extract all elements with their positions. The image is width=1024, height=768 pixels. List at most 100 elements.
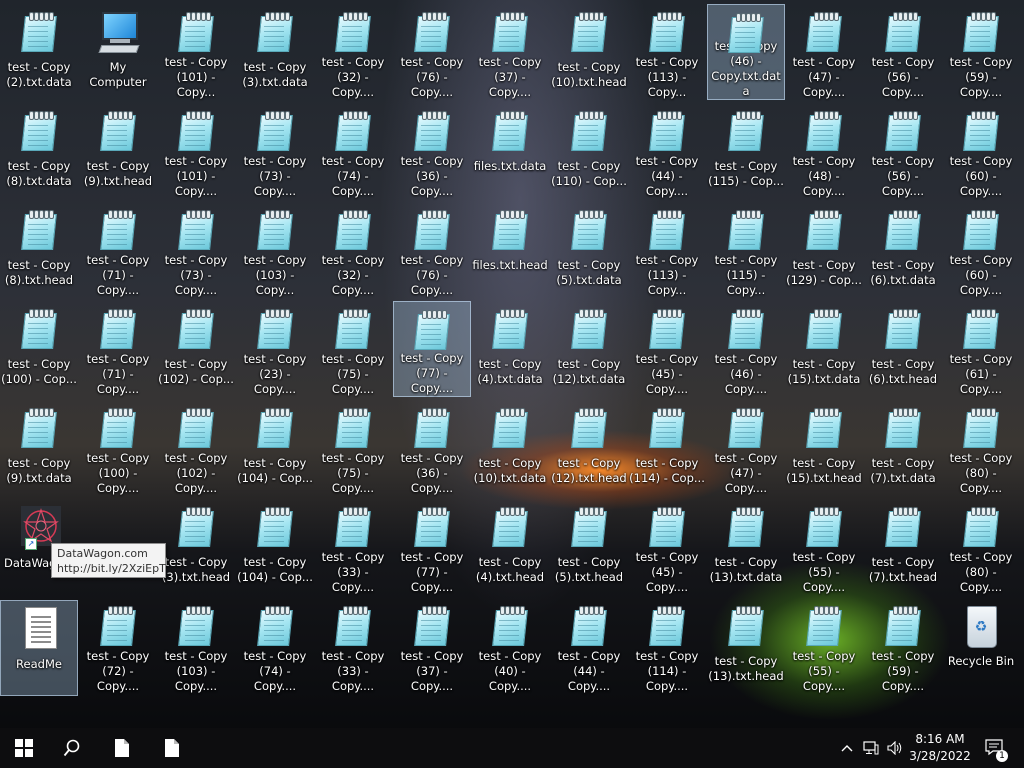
- taskbar-app-file-2[interactable]: [150, 728, 194, 768]
- desktop-file-icon[interactable]: files.txt.data: [471, 103, 549, 199]
- desktop-file-icon[interactable]: test - Copy (5).txt.data: [550, 202, 628, 298]
- desktop-file-icon[interactable]: test - Copy (115) - Copy...: [707, 202, 785, 298]
- desktop-file-icon[interactable]: test - Copy (61) - Copy....: [942, 301, 1020, 397]
- desktop-file-icon[interactable]: test - Copy (33) - Copy....: [314, 499, 392, 595]
- desktop-file-icon[interactable]: test - Copy (76) - Copy....: [393, 202, 471, 298]
- my-computer-shortcut[interactable]: My Computer: [79, 4, 157, 100]
- desktop-file-icon[interactable]: test - Copy (7).txt.head: [864, 499, 942, 595]
- readme-file[interactable]: ReadMe: [0, 600, 78, 696]
- desktop-file-icon[interactable]: test - Copy (15).txt.head: [785, 400, 863, 496]
- desktop-file-icon[interactable]: test - Copy (59) - Copy....: [942, 4, 1020, 100]
- desktop-file-icon[interactable]: test - Copy (55) - Copy....: [785, 598, 863, 694]
- desktop-file-icon[interactable]: test - Copy (80) - Copy....: [942, 499, 1020, 595]
- desktop-file-icon[interactable]: test - Copy (71) - Copy....: [79, 202, 157, 298]
- desktop-file-icon[interactable]: test - Copy (3).txt.head: [157, 499, 235, 595]
- desktop-file-icon[interactable]: test - Copy (2).txt.data: [0, 4, 78, 100]
- desktop-file-icon[interactable]: test - Copy (46) - Copy.txt.data: [707, 4, 785, 100]
- desktop-file-icon[interactable]: test - Copy (12).txt.head: [550, 400, 628, 496]
- recycle-bin[interactable]: ♻ Recycle Bin: [942, 598, 1020, 694]
- desktop-file-icon[interactable]: test - Copy (100) - Cop...: [0, 301, 78, 397]
- desktop-file-icon[interactable]: test - Copy (32) - Copy....: [314, 4, 392, 100]
- taskbar-app-file-1[interactable]: [100, 728, 144, 768]
- desktop-file-icon[interactable]: test - Copy (75) - Copy....: [314, 301, 392, 397]
- desktop-file-icon[interactable]: test - Copy (13).txt.head: [707, 598, 785, 694]
- desktop-file-icon[interactable]: test - Copy (6).txt.data: [864, 202, 942, 298]
- desktop-file-icon[interactable]: test - Copy (32) - Copy....: [314, 202, 392, 298]
- desktop-file-icon[interactable]: test - Copy (115) - Cop...: [707, 103, 785, 199]
- desktop-file-icon[interactable]: test - Copy (55) - Copy....: [785, 499, 863, 595]
- desktop-file-icon[interactable]: test - Copy (60) - Copy....: [942, 202, 1020, 298]
- action-center-button[interactable]: 1: [980, 728, 1010, 768]
- desktop-file-icon[interactable]: test - Copy (10).txt.data: [471, 400, 549, 496]
- desktop-file-icon[interactable]: test - Copy (37) - Copy....: [471, 4, 549, 100]
- desktop-icon-label: test - Copy (60) - Copy....: [949, 253, 1013, 297]
- desktop-file-icon[interactable]: test - Copy (77) - Copy....: [393, 499, 471, 595]
- desktop-file-icon[interactable]: test - Copy (23) - Copy....: [236, 301, 314, 397]
- desktop-file-icon[interactable]: test - Copy (6).txt.head: [864, 301, 942, 397]
- desktop-file-icon[interactable]: test - Copy (76) - Copy....: [393, 4, 471, 100]
- desktop-file-icon[interactable]: test - Copy (74) - Copy....: [314, 103, 392, 199]
- search-button[interactable]: [48, 728, 96, 768]
- desktop-file-icon[interactable]: test - Copy (72) - Copy....: [79, 598, 157, 694]
- desktop-file-icon[interactable]: test - Copy (36) - Copy....: [393, 103, 471, 199]
- desktop-file-icon[interactable]: test - Copy (10).txt.head: [550, 4, 628, 100]
- desktop-file-icon[interactable]: test - Copy (47) - Copy....: [707, 400, 785, 496]
- desktop-file-icon[interactable]: test - Copy (44) - Copy....: [550, 598, 628, 694]
- desktop-file-icon[interactable]: test - Copy (60) - Copy....: [942, 103, 1020, 199]
- desktop-file-icon[interactable]: test - Copy (46) - Copy....: [707, 301, 785, 397]
- desktop-file-icon[interactable]: test - Copy (47) - Copy....: [785, 4, 863, 100]
- desktop-file-icon[interactable]: test - Copy (110) - Cop...: [550, 103, 628, 199]
- desktop-file-icon[interactable]: test - Copy (8).txt.data: [0, 103, 78, 199]
- desktop-file-icon[interactable]: test - Copy (4).txt.head: [471, 499, 549, 595]
- desktop-file-icon[interactable]: test - Copy (114) - Copy....: [628, 598, 706, 694]
- desktop-file-icon[interactable]: test - Copy (8).txt.head: [0, 202, 78, 298]
- desktop-file-icon[interactable]: test - Copy (48) - Copy....: [785, 103, 863, 199]
- desktop-file-icon[interactable]: test - Copy (33) - Copy....: [314, 598, 392, 694]
- desktop-file-icon[interactable]: test - Copy (102) - Copy....: [157, 400, 235, 496]
- desktop-file-icon[interactable]: test - Copy (129) - Cop...: [785, 202, 863, 298]
- network-button[interactable]: [860, 728, 882, 768]
- desktop-file-icon[interactable]: files.txt.head: [471, 202, 549, 298]
- desktop-file-icon[interactable]: test - Copy (113) - Copy...: [628, 4, 706, 100]
- show-hidden-icons-button[interactable]: [838, 728, 856, 768]
- clock[interactable]: 8:16 AM 3/28/2022: [900, 731, 980, 765]
- desktop-file-icon[interactable]: test - Copy (56) - Copy....: [864, 4, 942, 100]
- desktop-file-icon[interactable]: test - Copy (113) - Copy...: [628, 202, 706, 298]
- desktop-file-icon[interactable]: test - Copy (44) - Copy....: [628, 103, 706, 199]
- desktop-file-icon[interactable]: test - Copy (102) - Cop...: [157, 301, 235, 397]
- desktop-file-icon[interactable]: test - Copy (9).txt.data: [0, 400, 78, 496]
- desktop-file-icon[interactable]: test - Copy (104) - Cop...: [236, 499, 314, 595]
- desktop[interactable]: test - Copy (2).txt.data test - Copy (8).…: [0, 0, 1024, 728]
- desktop-file-icon[interactable]: test - Copy (37) - Copy....: [393, 598, 471, 694]
- notepad-icon: [492, 12, 528, 52]
- desktop-file-icon[interactable]: test - Copy (12).txt.data: [550, 301, 628, 397]
- desktop-file-icon[interactable]: test - Copy (80) - Copy....: [942, 400, 1020, 496]
- desktop-file-icon[interactable]: test - Copy (100) - Copy....: [79, 400, 157, 496]
- desktop-file-icon[interactable]: test - Copy (7).txt.data: [864, 400, 942, 496]
- desktop-file-icon[interactable]: test - Copy (40) - Copy....: [471, 598, 549, 694]
- desktop-file-icon[interactable]: test - Copy (4).txt.data: [471, 301, 549, 397]
- desktop-file-icon[interactable]: test - Copy (45) - Copy....: [628, 499, 706, 595]
- desktop-file-icon[interactable]: test - Copy (3).txt.data: [236, 4, 314, 100]
- desktop-file-icon[interactable]: test - Copy (101) - Copy...: [157, 4, 235, 100]
- desktop-file-icon[interactable]: test - Copy (71) - Copy....: [79, 301, 157, 397]
- desktop-file-icon[interactable]: test - Copy (101) - Copy....: [157, 103, 235, 199]
- desktop-file-icon[interactable]: test - Copy (59) - Copy....: [864, 598, 942, 694]
- desktop-file-icon[interactable]: test - Copy (103) - Copy...: [236, 202, 314, 298]
- desktop-file-icon[interactable]: test - Copy (103) - Copy....: [157, 598, 235, 694]
- desktop-file-icon[interactable]: test - Copy (13).txt.data: [707, 499, 785, 595]
- desktop-file-icon[interactable]: test - Copy (114) - Cop...: [628, 400, 706, 496]
- desktop-file-icon[interactable]: test - Copy (104) - Cop...: [236, 400, 314, 496]
- desktop-file-icon[interactable]: test - Copy (15).txt.data: [785, 301, 863, 397]
- desktop-file-icon[interactable]: test - Copy (56) - Copy....: [864, 103, 942, 199]
- desktop-file-icon[interactable]: test - Copy (5).txt.head: [550, 499, 628, 595]
- desktop-file-icon[interactable]: test - Copy (73) - Copy....: [157, 202, 235, 298]
- start-button[interactable]: [0, 728, 48, 768]
- desktop-file-icon[interactable]: test - Copy (9).txt.head: [79, 103, 157, 199]
- desktop-file-icon[interactable]: test - Copy (75) - Copy....: [314, 400, 392, 496]
- desktop-file-icon[interactable]: test - Copy (73) - Copy....: [236, 103, 314, 199]
- desktop-file-icon[interactable]: test - Copy (77) - Copy....: [393, 301, 471, 397]
- desktop-file-icon[interactable]: test - Copy (45) - Copy....: [628, 301, 706, 397]
- desktop-file-icon[interactable]: test - Copy (36) - Copy....: [393, 400, 471, 496]
- desktop-file-icon[interactable]: test - Copy (74) - Copy....: [236, 598, 314, 694]
